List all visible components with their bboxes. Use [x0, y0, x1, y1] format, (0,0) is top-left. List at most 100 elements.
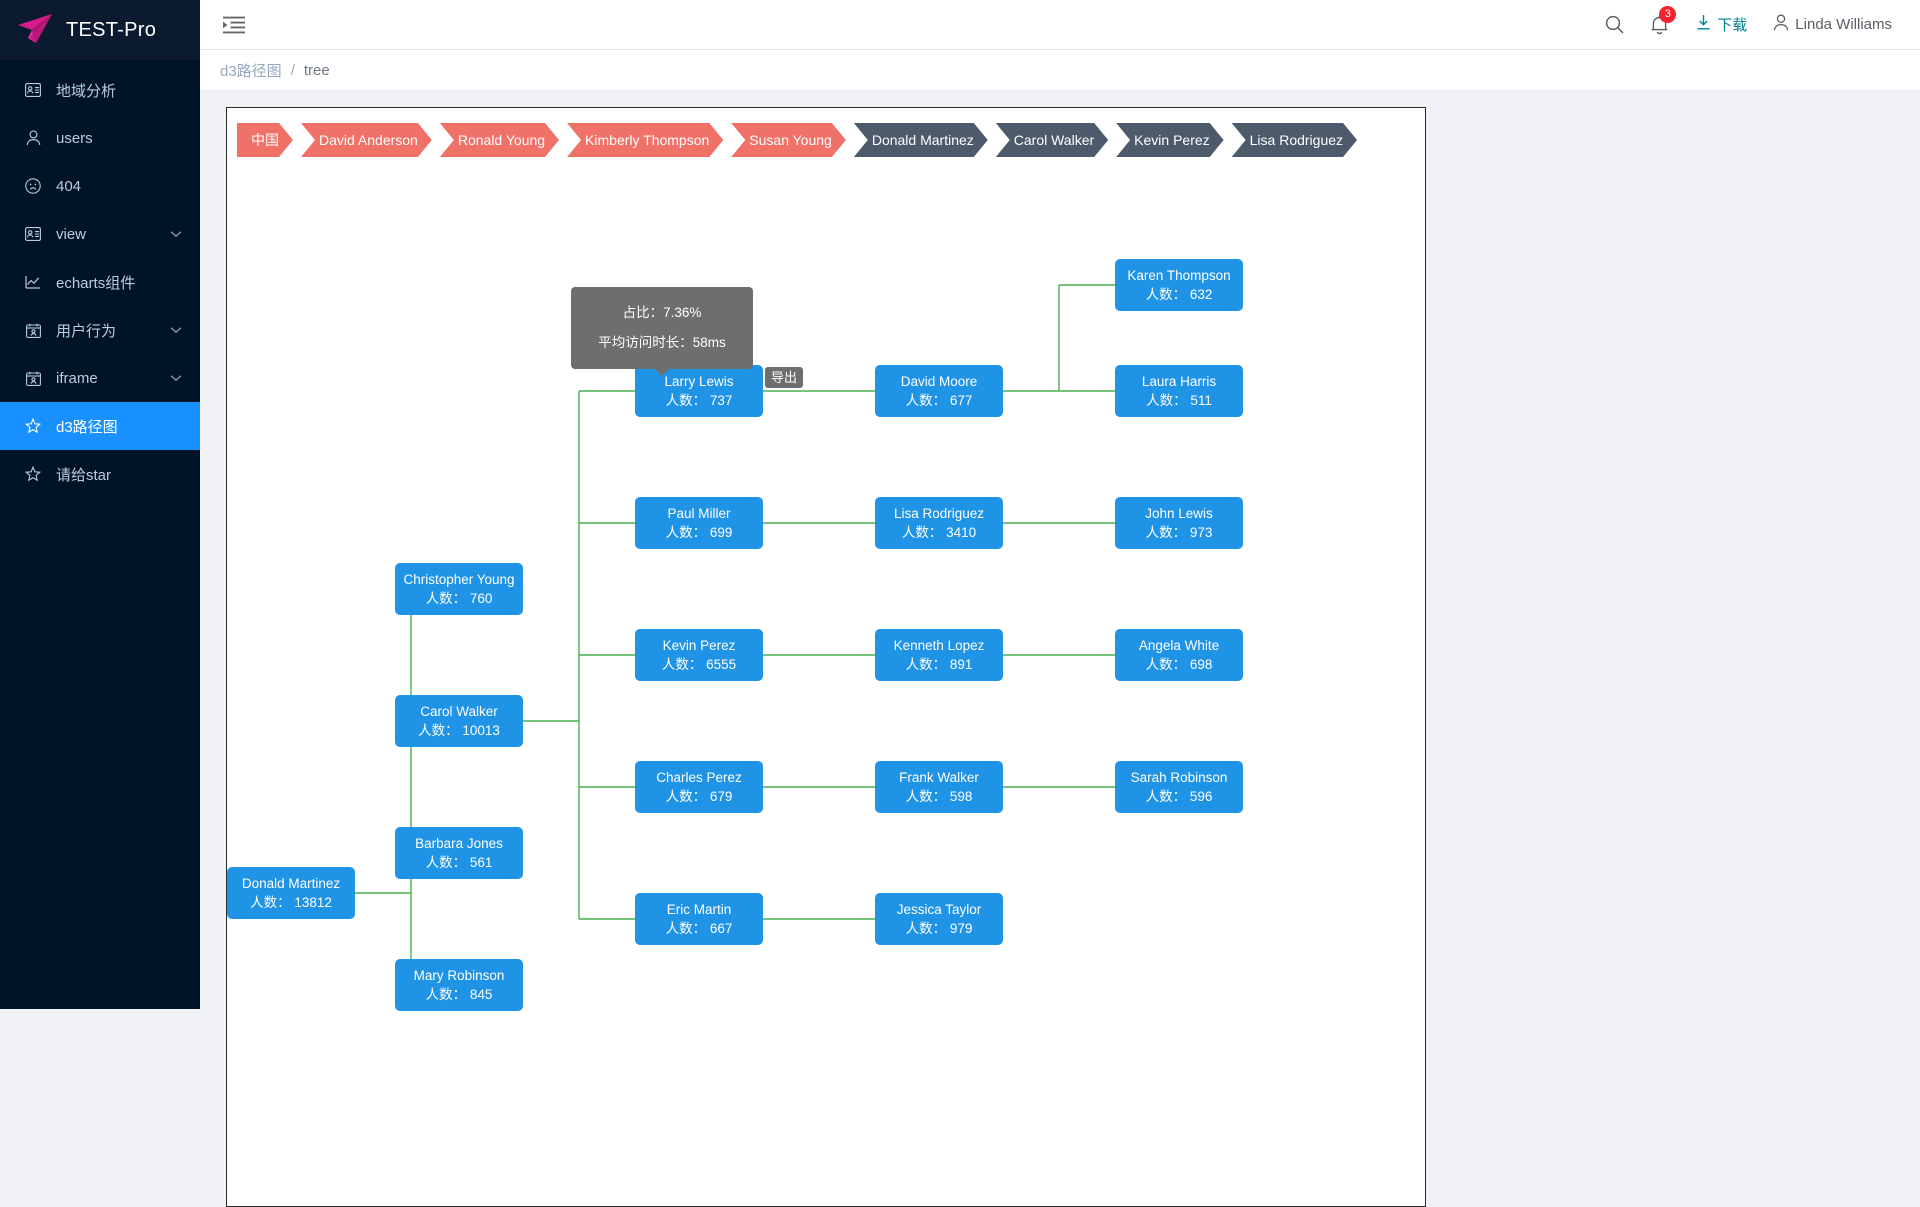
id-card-icon: [22, 80, 44, 100]
hamburger-icon[interactable]: [222, 15, 248, 35]
tree-node-count: 人数： 698: [1145, 656, 1213, 672]
tree-node-count: 人数： 667: [665, 920, 733, 936]
tree-node-count: 人数： 845: [425, 986, 493, 1002]
breadcrumb-root[interactable]: d3路径图: [220, 60, 282, 81]
tree-node-name: Charles Perez: [656, 769, 742, 785]
sidebar-item-view[interactable]: view: [0, 210, 200, 258]
tree-node-name: Angela White: [1138, 637, 1220, 653]
tooltip-ratio: 占比：7.36%: [622, 305, 702, 320]
tree-node-name: Eric Martin: [666, 901, 732, 917]
search-icon[interactable]: [1605, 15, 1624, 34]
breadcrumb-separator: /: [290, 61, 295, 79]
sidebar-item-label: 用户行为: [56, 322, 117, 340]
tree-node-name: Carol Walker: [420, 703, 498, 719]
notification-bell[interactable]: 3: [1650, 5, 1677, 35]
sidebar-item-label: view: [56, 225, 87, 243]
tree-node[interactable]: Kevin Perez 人数： 6555: [635, 629, 763, 681]
tree-node-name: Donald Martinez: [241, 875, 341, 891]
sidebar-item-users[interactable]: users: [0, 114, 200, 162]
tree-node-count: 人数： 699: [665, 524, 733, 540]
tree-node-name: Kevin Perez: [662, 637, 736, 653]
sidebar-item-label: 地域分析: [56, 82, 117, 100]
header-actions: 3 下载 Linda Williams: [1605, 5, 1920, 35]
tree-node-count: 人数： 6555: [661, 656, 737, 672]
sidebar-menu: 地域分析 users 404 view echarts组件 用户行为 ifram…: [0, 60, 200, 498]
breadcrumb: d3路径图 / tree: [200, 50, 1920, 90]
calendar-icon: [22, 368, 44, 388]
top-header: 3 下载 Linda Williams: [200, 0, 1920, 50]
sidebar-item-404[interactable]: 404: [0, 162, 200, 210]
tree-node-name: Jessica Taylor: [896, 901, 982, 917]
id-card-icon: [22, 224, 44, 244]
tree-node-name: Kenneth Lopez: [893, 637, 985, 653]
sidebar-item-echarts[interactable]: echarts组件: [0, 258, 200, 306]
tree-node[interactable]: Barbara Jones 人数： 561: [395, 827, 523, 879]
tree-node[interactable]: Angela White 人数： 698: [1115, 629, 1243, 681]
tree-node[interactable]: Donald Martinez 人数： 13812: [227, 867, 355, 919]
tree-node-name: Laura Harris: [1141, 373, 1217, 389]
tree-node-name: Mary Robinson: [413, 967, 505, 983]
chevron-down-icon: [170, 374, 182, 382]
tree-node[interactable]: Carol Walker 人数： 10013: [395, 695, 523, 747]
tree-node-count: 人数： 596: [1145, 788, 1213, 804]
tree-node[interactable]: Lisa Rodriguez 人数： 3410: [875, 497, 1003, 549]
user-icon: [1773, 14, 1789, 35]
tree-node-name: Barbara Jones: [415, 835, 503, 851]
paper-plane-logo-icon: [16, 13, 56, 47]
node-tooltip: 占比：7.36% 平均访问时长：58ms: [571, 287, 753, 376]
tree-node[interactable]: Laura Harris 人数： 511: [1115, 365, 1243, 417]
brand-title: TEST-Pro: [66, 18, 157, 41]
tree-node-count: 人数： 973: [1145, 524, 1213, 540]
tree-node[interactable]: David Moore 人数： 677: [875, 365, 1003, 417]
sidebar-item-region-analysis[interactable]: 地域分析: [0, 66, 200, 114]
download-button[interactable]: 下载: [1695, 14, 1747, 35]
export-button[interactable]: 导出: [765, 367, 804, 388]
d3-tree-diagram: Donald Martinez 人数： 13812 Christopher Youn…: [227, 108, 1425, 1206]
tree-node-name: Sarah Robinson: [1130, 769, 1228, 785]
sidebar-item-label: echarts组件: [56, 274, 136, 292]
sidebar-item-user-behavior[interactable]: 用户行为: [0, 306, 200, 354]
tree-node-count: 人数： 760: [425, 590, 493, 606]
tree-node-count: 人数： 561: [425, 854, 493, 870]
tree-node[interactable]: Kenneth Lopez 人数： 891: [875, 629, 1003, 681]
tree-node-count: 人数： 598: [905, 788, 973, 804]
tree-node-count: 人数： 677: [905, 392, 973, 408]
tree-node[interactable]: Frank Walker 人数： 598: [875, 761, 1003, 813]
tree-node-name: Lisa Rodriguez: [893, 505, 985, 521]
tree-node-name: Frank Walker: [899, 769, 979, 785]
tooltip-avg-duration: 平均访问时长：58ms: [598, 335, 726, 350]
sidebar-item-label: iframe: [56, 369, 98, 387]
sidebar-item-label: users: [56, 129, 93, 147]
sidebar-item-d3-path-chart[interactable]: d3路径图: [0, 402, 200, 450]
chevron-down-icon: [170, 326, 182, 334]
notification-badge: 3: [1659, 5, 1677, 23]
user-profile[interactable]: Linda Williams: [1773, 14, 1892, 35]
tree-node[interactable]: Christopher Young 人数： 760: [395, 563, 523, 615]
tree-node[interactable]: John Lewis 人数： 973: [1115, 497, 1243, 549]
tree-node-name: John Lewis: [1145, 505, 1213, 521]
star-icon: [22, 416, 44, 436]
tree-node-count: 人数： 737: [665, 392, 733, 408]
sidebar-item-iframe[interactable]: iframe: [0, 354, 200, 402]
chevron-down-icon: [170, 230, 182, 238]
brand-logo-area[interactable]: TEST-Pro: [0, 0, 200, 60]
tree-links: [355, 284, 1115, 986]
tree-node[interactable]: Sarah Robinson 人数： 596: [1115, 761, 1243, 813]
tree-node-name: David Moore: [900, 373, 978, 389]
tree-node-name: Christopher Young: [403, 571, 515, 587]
tree-node[interactable]: Jessica Taylor 人数： 979: [875, 893, 1003, 945]
tree-node[interactable]: Mary Robinson 人数： 845: [395, 959, 523, 1011]
sidebar-item-label: 请给star: [56, 466, 112, 484]
tree-node[interactable]: Charles Perez 人数： 679: [635, 761, 763, 813]
tree-node-count: 人数： 13812: [250, 894, 332, 910]
sidebar-item-give-star[interactable]: 请给star: [0, 450, 200, 498]
tree-node-count: 人数： 979: [905, 920, 973, 936]
tree-node[interactable]: Karen Thompson 人数： 632: [1115, 259, 1243, 311]
tree-node[interactable]: Eric Martin 人数： 667: [635, 893, 763, 945]
chart-line-icon: [22, 272, 44, 292]
tree-node-count: 人数： 679: [665, 788, 733, 804]
user-name: Linda Williams: [1795, 16, 1892, 33]
tree-node[interactable]: Paul Miller 人数： 699: [635, 497, 763, 549]
calendar-icon: [22, 320, 44, 340]
sidebar-item-label: d3路径图: [56, 418, 118, 436]
